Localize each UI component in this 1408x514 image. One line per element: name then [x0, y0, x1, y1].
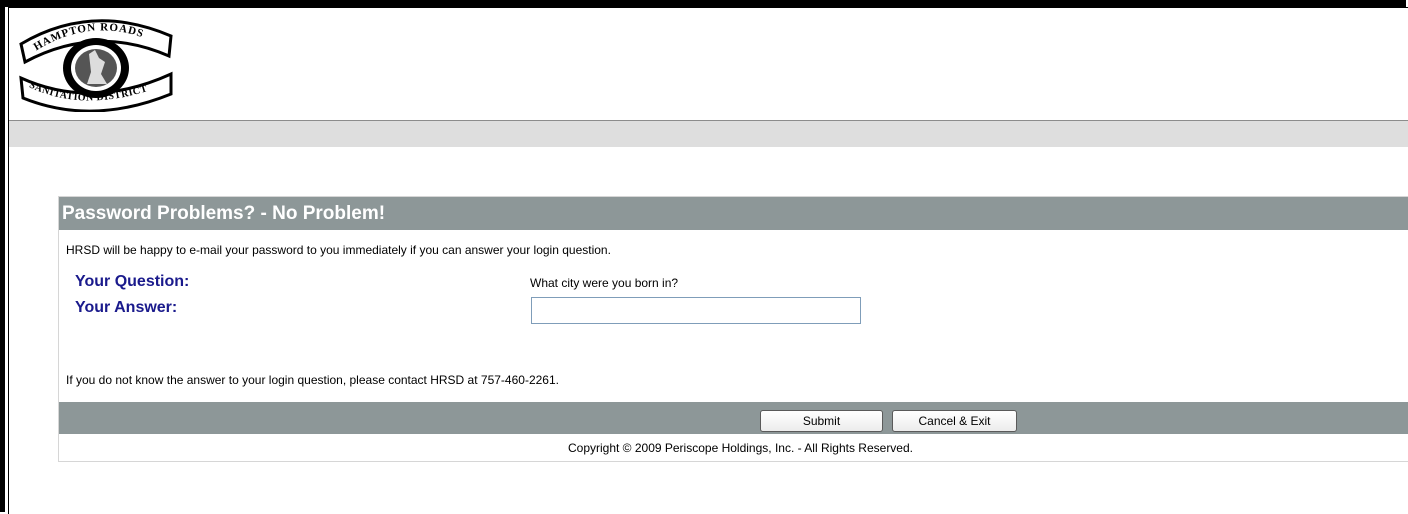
- intro-text: HRSD will be happy to e-mail your passwo…: [66, 243, 611, 257]
- question-value: What city were you born in?: [530, 276, 679, 290]
- panel-title: Password Problems? - No Problem!: [59, 197, 1408, 230]
- contact-text: If you do not know the answer to your lo…: [66, 373, 559, 387]
- hrsd-logo: HAMPTON ROADS SANITATION DISTRICT: [17, 14, 175, 113]
- answer-label: Your Answer:: [75, 299, 178, 316]
- question-label: Your Question:: [75, 273, 190, 290]
- copyright-text: Copyright © 2009 Periscope Holdings, Inc…: [567, 441, 913, 455]
- button-bar: Submit Cancel & Exit: [59, 402, 1408, 434]
- answer-input[interactable]: [531, 297, 861, 324]
- cancel-exit-button[interactable]: Cancel & Exit: [892, 410, 1017, 432]
- password-recovery-panel: Password Problems? - No Problem! HRSD wi…: [58, 196, 1408, 462]
- frame-divider-top: [8, 7, 1408, 8]
- nav-bar: [9, 120, 1408, 147]
- submit-button[interactable]: Submit: [760, 410, 883, 432]
- frame-divider-left: [8, 7, 9, 514]
